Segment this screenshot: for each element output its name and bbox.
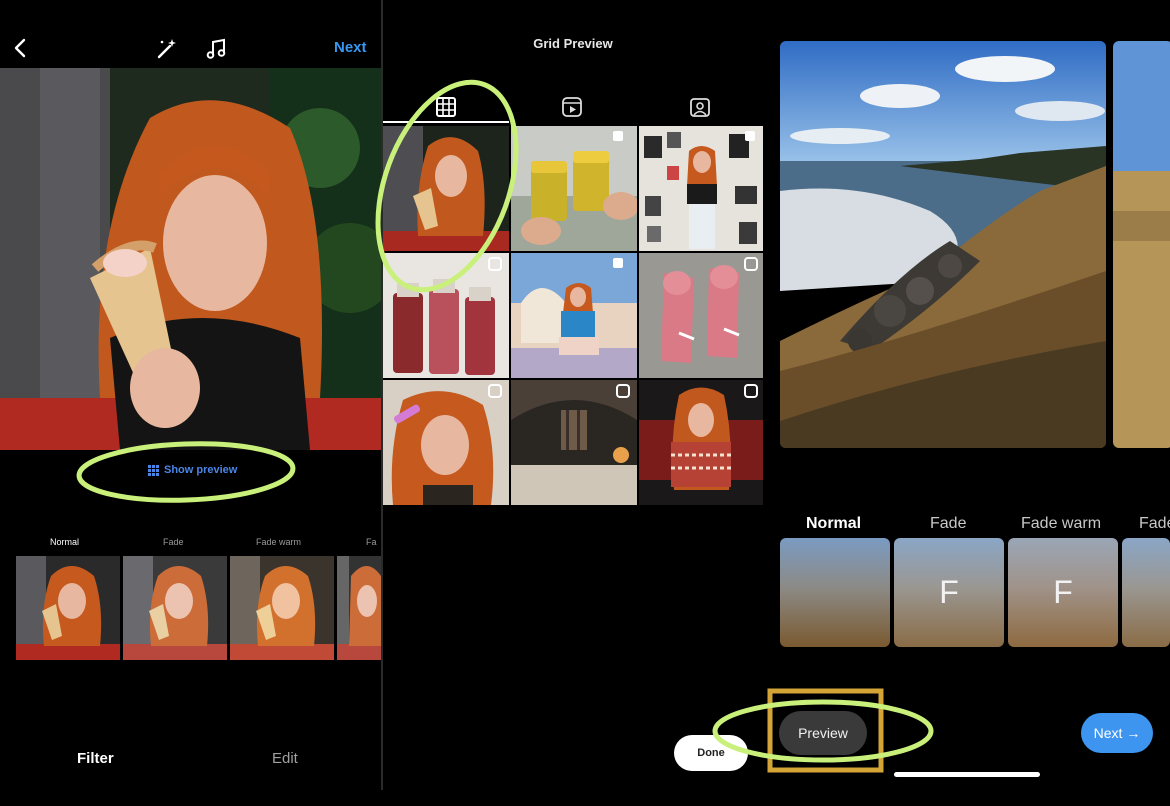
filter-letter: F	[939, 574, 959, 610]
done-button[interactable]: Done	[674, 735, 748, 771]
next-button-label: Next	[1093, 725, 1123, 741]
grid-icon	[148, 464, 159, 476]
grid-post-4[interactable]	[383, 253, 509, 378]
filter-thumb-fade-large[interactable]: F	[894, 538, 1004, 647]
grid-post-6[interactable]	[639, 253, 763, 378]
next-link[interactable]: Next	[334, 39, 367, 56]
filter-thumb-partial-large[interactable]	[1122, 538, 1170, 647]
grid-preview-screen: Grid Preview	[383, 0, 763, 806]
next-photo-preview[interactable]	[1113, 41, 1170, 448]
reels-tab-icon[interactable]	[561, 96, 583, 118]
filter-label-partial[interactable]: Fa	[366, 537, 377, 547]
grid-post-9[interactable]	[639, 380, 763, 505]
grid-post-8[interactable]	[511, 380, 637, 505]
grid-tab-icon[interactable]	[435, 96, 457, 118]
arrow-right-icon: →	[1126, 725, 1141, 741]
filter-thumb-fade-warm[interactable]	[230, 556, 334, 660]
tab-edit[interactable]: Edit	[272, 750, 298, 767]
preview-button[interactable]: Preview	[779, 711, 867, 755]
filter-label-fade-warm-large[interactable]: Fade warm	[1021, 515, 1101, 533]
filter-label-fade-warm[interactable]: Fade warm	[256, 537, 301, 547]
active-tab-indicator	[383, 121, 509, 123]
filter-label-fade[interactable]: Fade	[163, 537, 184, 547]
filter-thumb-normal[interactable]	[16, 556, 120, 660]
grid-post-1[interactable]	[383, 126, 509, 251]
filter-screen: Next Show preview Normal Fade Fade warm …	[0, 0, 381, 806]
magic-wand-icon[interactable]	[155, 37, 179, 61]
main-photo	[0, 68, 381, 450]
grid-post-5[interactable]	[511, 253, 637, 378]
home-indicator	[894, 772, 1040, 777]
grid-post-3[interactable]	[639, 126, 763, 251]
edit-screen: Normal Fade Fade warm Fade F F	[765, 0, 1170, 806]
filter-thumb-fade-warm-large[interactable]: F	[1008, 538, 1118, 647]
back-arrow-icon[interactable]	[10, 36, 32, 60]
page-title: Grid Preview	[533, 36, 613, 51]
tagged-tab-icon[interactable]	[689, 96, 711, 118]
filter-thumb-fade[interactable]	[123, 556, 227, 660]
grid-post-2[interactable]	[511, 126, 637, 251]
next-button[interactable]: Next →	[1081, 713, 1153, 753]
filter-label-normal[interactable]: Normal	[50, 537, 79, 547]
music-note-icon[interactable]	[204, 37, 228, 61]
filter-labels: Normal Fade Fade warm Fa	[0, 537, 381, 551]
filter-label-fade-large[interactable]: Fade	[930, 515, 966, 533]
filter-thumb-normal-large[interactable]	[780, 538, 890, 647]
filter-letter: F	[1053, 574, 1073, 610]
coastal-photo[interactable]	[780, 41, 1106, 448]
show-preview-label: Show preview	[164, 464, 238, 476]
filter-label-fade-partial[interactable]: Fade	[1139, 515, 1170, 533]
grid-post-7[interactable]	[383, 380, 509, 505]
filter-label-normal-large[interactable]: Normal	[806, 515, 861, 533]
filter-thumb-partial[interactable]	[337, 556, 381, 660]
tab-filter[interactable]: Filter	[77, 750, 114, 767]
show-preview-button[interactable]: Show preview	[148, 464, 237, 476]
